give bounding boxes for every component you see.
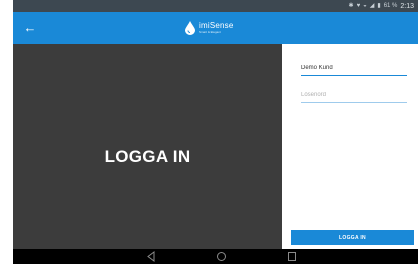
battery-icon: ▮	[377, 3, 381, 9]
password-field[interactable]	[301, 88, 407, 103]
login-form: LOGGA IN	[282, 44, 418, 249]
clock: 2:13	[400, 2, 414, 10]
signal-icon: ◢	[369, 3, 375, 9]
logo-name: imiSense	[199, 21, 234, 30]
bluetooth-icon: ✱	[348, 3, 354, 9]
system-nav-bar	[13, 249, 418, 264]
hero-panel: LOGGA IN	[13, 44, 282, 249]
nav-recents-icon[interactable]	[287, 251, 297, 262]
location-icon: ♥	[356, 3, 361, 9]
hero-title: LOGGA IN	[104, 147, 191, 166]
logo-tagline: Smart & Elegant	[199, 30, 221, 34]
nav-home-icon[interactable]	[216, 251, 227, 262]
battery-level: 61 %	[383, 3, 398, 9]
app-logo: imiSense Smart & Elegant	[185, 19, 234, 37]
nav-back-icon[interactable]	[146, 251, 156, 262]
login-button[interactable]: LOGGA IN	[291, 230, 414, 245]
drop-logo-icon	[185, 21, 195, 35]
username-field[interactable]	[301, 61, 407, 76]
logo-text: imiSense Smart & Elegant	[199, 22, 234, 34]
arrow-left-icon[interactable]: ←	[19, 16, 41, 40]
app-bar: ← imiSense Smart & Elegant	[13, 12, 418, 44]
wifi-icon: ◒	[363, 3, 367, 9]
status-bar: ✱ ♥ ◒ ◢ ▮ 61 % 2:13	[13, 0, 418, 12]
status-icons: ✱ ♥ ◒ ◢ ▮ 61 % 2:13	[349, 1, 414, 11]
